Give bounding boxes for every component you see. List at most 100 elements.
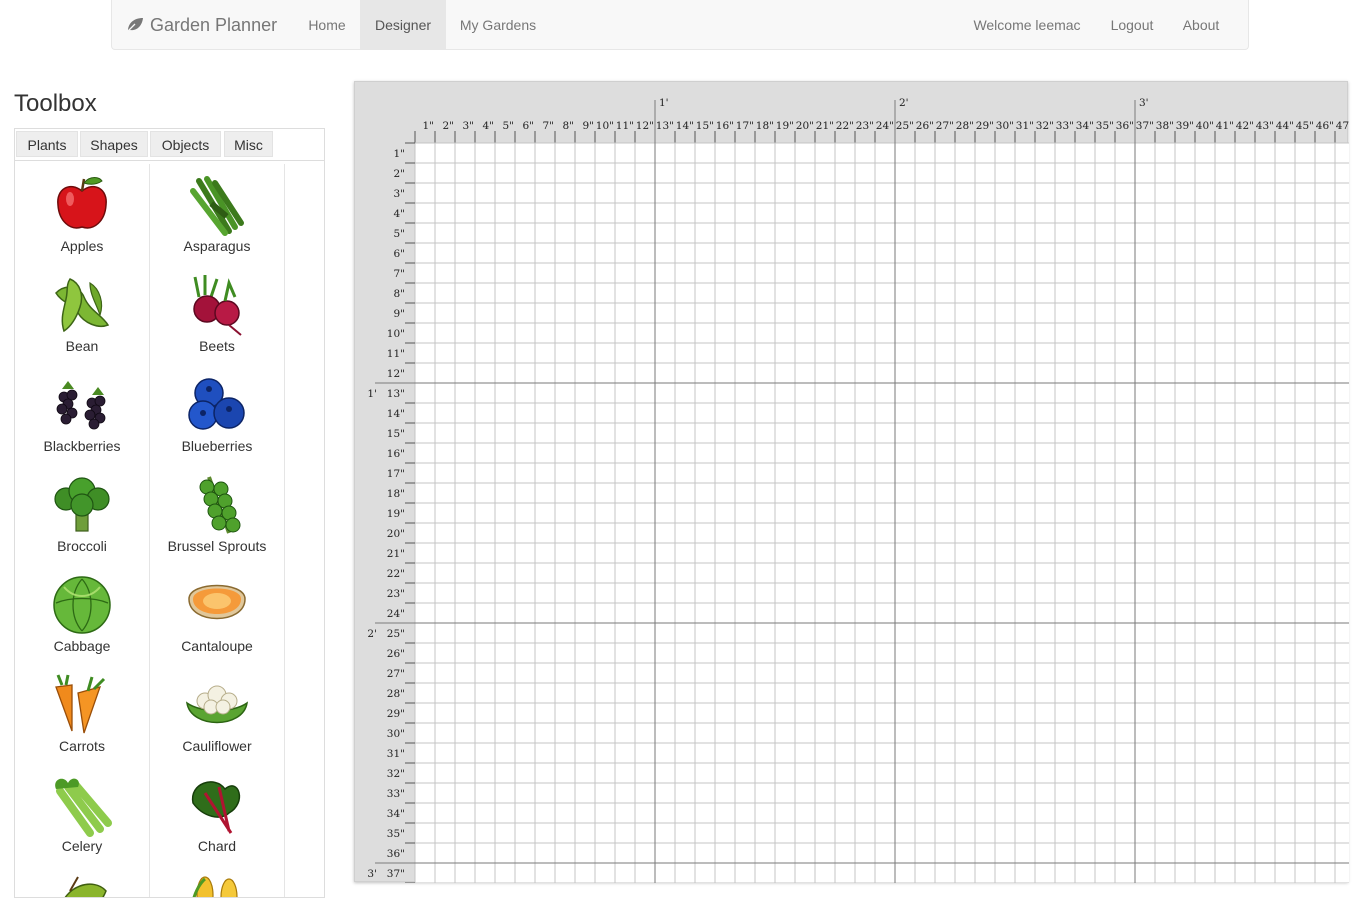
nav-logout[interactable]: Logout — [1096, 0, 1168, 50]
tab-objects[interactable]: Objects — [150, 131, 221, 157]
column-inch-label: 26" — [916, 120, 934, 132]
column-inch-label: 24" — [876, 120, 894, 132]
column-inch-label: 30" — [996, 120, 1014, 132]
row-inch-label: 9" — [393, 308, 405, 320]
plant-item-brussel-sprouts[interactable]: Brussel Sprouts — [150, 473, 284, 555]
plant-item-cabbage[interactable]: Cabbage — [15, 573, 149, 655]
plant-label: Cauliflower — [182, 738, 252, 754]
plant-item-apples[interactable]: Apples — [15, 173, 149, 255]
row-inch-label: 28" — [387, 688, 405, 700]
column-inch-label: 40" — [1196, 120, 1214, 132]
plant-item-beets[interactable]: Beets — [150, 273, 284, 355]
row-inch-label: 23" — [387, 588, 405, 600]
foot-label: 3' — [367, 868, 377, 880]
column-inch-label: 29" — [976, 120, 994, 132]
row-inch-label: 26" — [387, 648, 405, 660]
brand-link[interactable]: Garden Planner — [126, 0, 277, 50]
nav-my-gardens[interactable]: My Gardens — [446, 0, 550, 50]
leaf-icon — [126, 18, 143, 33]
row-inch-label: 35" — [387, 828, 405, 840]
plant-label: Broccoli — [57, 538, 107, 554]
column-inch-label: 2" — [442, 120, 454, 132]
row-inch-label: 6" — [393, 248, 405, 260]
foot-label: 1' — [367, 388, 377, 400]
row-inch-label: 21" — [387, 548, 405, 560]
row-inch-label: 2" — [393, 168, 405, 180]
row-inch-label: 16" — [387, 448, 405, 460]
plant-label: Cantaloupe — [181, 638, 253, 654]
plant-item-asparagus[interactable]: Asparagus — [150, 173, 284, 255]
column-inch-label: 1" — [422, 120, 434, 132]
blackberries-icon — [56, 381, 106, 430]
garden-designer-canvas[interactable]: 1' 1' 2' 2' 3' 3' 1" 2" 3" 4" 5" 6" 7" 8" 9" 10" 11" 12" 1… — [354, 81, 1349, 883]
row-inch-label: 36" — [387, 848, 405, 860]
row-inch-label: 14" — [387, 408, 405, 420]
brussel-sprouts-icon — [199, 476, 241, 534]
plant-item-chard[interactable]: Chard — [150, 773, 284, 855]
row-inch-label: 18" — [387, 488, 405, 500]
plant-item-bean[interactable]: Bean — [15, 273, 149, 355]
column-divider — [284, 164, 285, 897]
plant-label: Carrots — [59, 738, 105, 754]
apple-icon — [57, 177, 107, 229]
row-inch-label: 27" — [387, 668, 405, 680]
column-inch-label: 37" — [1136, 120, 1154, 132]
row-inch-label: 20" — [387, 528, 405, 540]
plant-item-celery[interactable]: Celery — [15, 773, 149, 855]
column-inch-label: 13" — [656, 120, 674, 132]
column-inch-label: 5" — [502, 120, 514, 132]
column-inch-label: 41" — [1216, 120, 1234, 132]
column-inch-label: 39" — [1176, 120, 1194, 132]
nav-home[interactable]: Home — [294, 0, 360, 50]
cauliflower-icon — [185, 685, 249, 724]
row-inch-label: 5" — [393, 228, 405, 240]
row-inch-label: 8" — [393, 288, 405, 300]
plant-item-cantaloupe[interactable]: Cantaloupe — [150, 573, 284, 655]
column-inch-label: 36" — [1116, 120, 1134, 132]
row-inch-label: 32" — [387, 768, 405, 780]
row-inch-label: 12" — [387, 368, 405, 380]
column-inch-label: 16" — [716, 120, 734, 132]
foot-label: 2' — [899, 97, 909, 109]
plant-item-blueberries[interactable]: Blueberries — [150, 373, 284, 455]
row-inch-label: 30" — [387, 728, 405, 740]
column-inch-label: 31" — [1016, 120, 1034, 132]
garden-grid[interactable]: 1'1'2'2'3'3'1" 2" 3" 4" 5" 6" 7" 8" 9" 10" 11" 12" 1… — [355, 82, 1349, 883]
welcome-user-link[interactable]: Welcome leemac — [958, 0, 1096, 50]
column-inch-label: 43" — [1256, 120, 1274, 132]
plant-label: Apples — [60, 238, 104, 254]
column-inch-label: 34" — [1076, 120, 1094, 132]
nav-designer[interactable]: Designer — [360, 0, 446, 50]
column-inch-label: 44" — [1276, 120, 1294, 132]
top-navbar: Garden Planner Home Designer My Gardens … — [111, 0, 1249, 50]
row-inch-label: 1" — [393, 148, 405, 160]
row-inch-label: 11" — [387, 348, 405, 360]
plant-label: Blackberries — [43, 438, 121, 454]
plant-item-cauliflower[interactable]: Cauliflower — [150, 673, 284, 755]
column-inch-label: 11" — [616, 120, 634, 132]
plant-item-partial[interactable] — [15, 871, 149, 897]
tab-plants[interactable]: Plants — [16, 131, 78, 157]
broccoli-icon — [54, 477, 110, 532]
plant-item-blackberries[interactable]: Blackberries — [15, 373, 149, 455]
plant-label: Bean — [65, 338, 99, 354]
row-inch-label: 22" — [387, 568, 405, 580]
plant-item-partial[interactable] — [150, 871, 284, 897]
carrots-icon — [55, 674, 106, 734]
column-inch-label: 42" — [1236, 120, 1254, 132]
tab-misc[interactable]: Misc — [224, 131, 273, 157]
plant-item-carrots[interactable]: Carrots — [15, 673, 149, 755]
column-inch-label: 9" — [582, 120, 594, 132]
column-inch-label: 21" — [816, 120, 834, 132]
asparagus-icon — [190, 176, 244, 236]
row-inch-label: 3" — [393, 188, 405, 200]
column-inch-label: 38" — [1156, 120, 1174, 132]
bean-icon — [55, 278, 110, 333]
column-inch-label: 45" — [1296, 120, 1314, 132]
foot-label: 1' — [659, 97, 669, 109]
plant-item-broccoli[interactable]: Broccoli — [15, 473, 149, 555]
column-inch-label: 17" — [736, 120, 754, 132]
foot-label: 2' — [367, 628, 377, 640]
nav-about[interactable]: About — [1168, 0, 1234, 50]
tab-shapes[interactable]: Shapes — [80, 131, 148, 157]
